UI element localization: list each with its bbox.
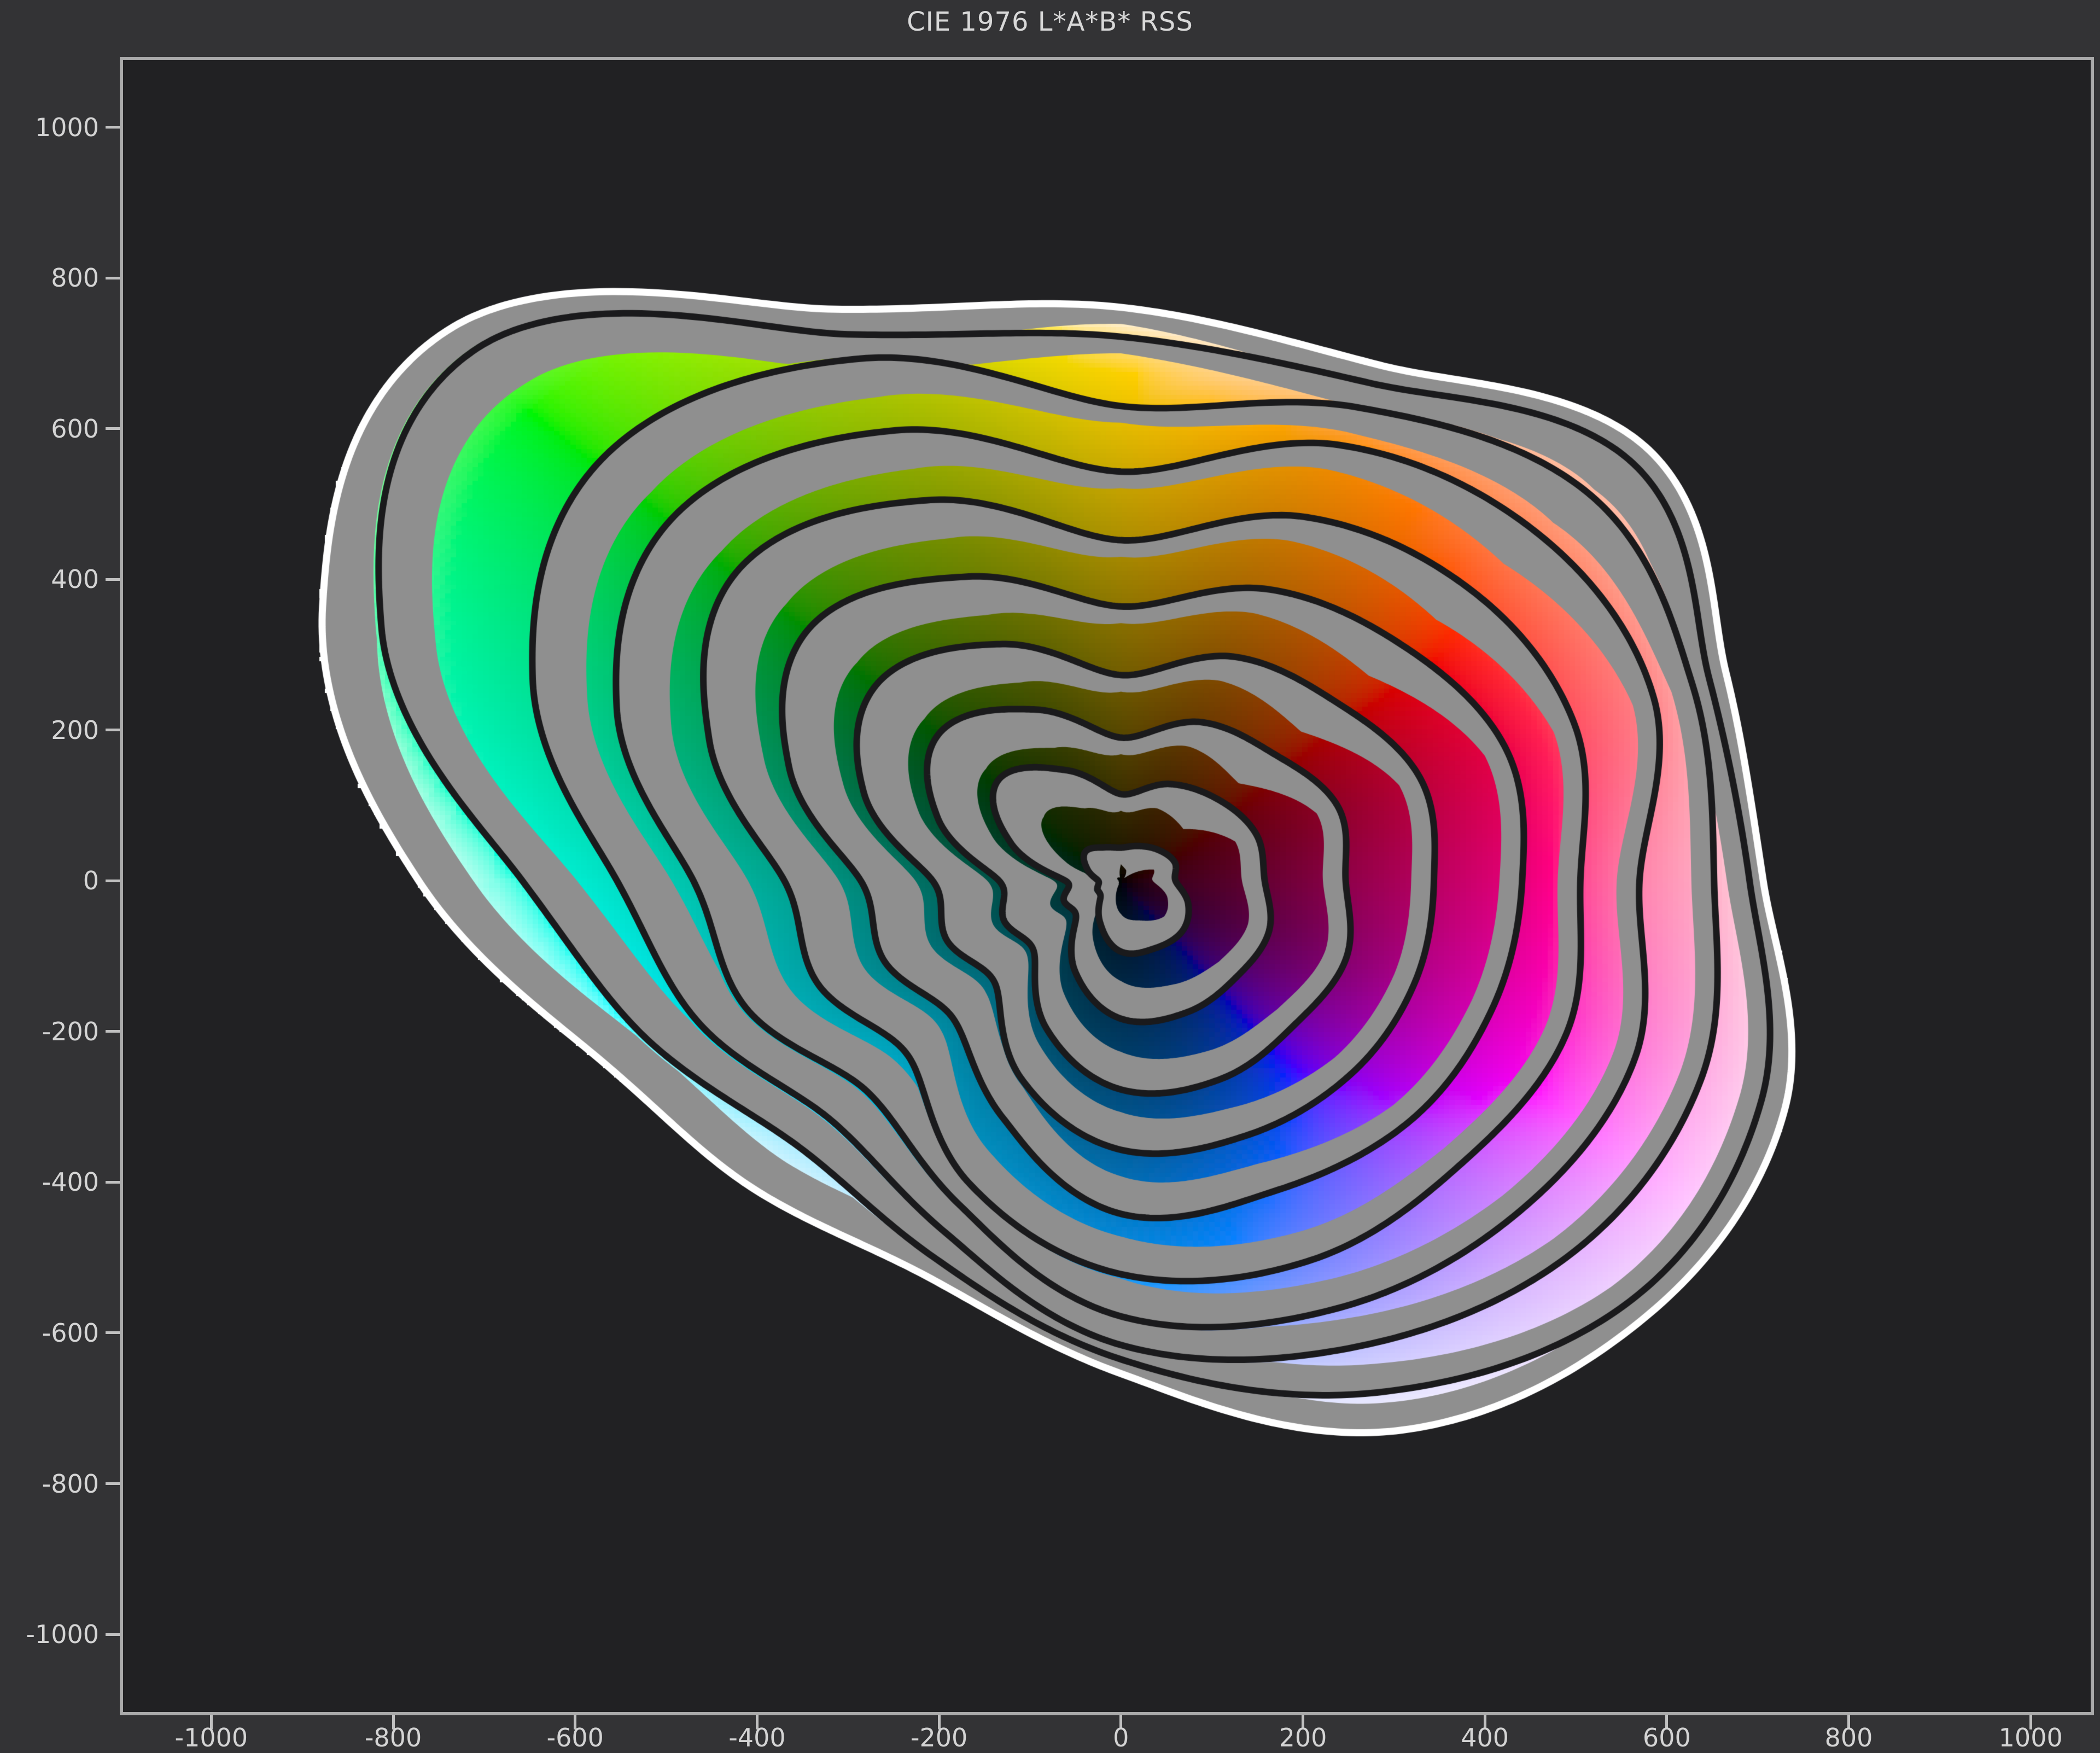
y-tick-mark bbox=[106, 729, 120, 732]
x-tick-label: -600 bbox=[546, 1723, 604, 1752]
y-tick-label: -1000 bbox=[26, 1620, 99, 1650]
y-tick-mark bbox=[106, 578, 120, 581]
y-tick-label: 600 bbox=[51, 414, 99, 444]
y-tick-label: 400 bbox=[51, 564, 99, 595]
y-tick-label: -800 bbox=[42, 1469, 99, 1499]
gamut-rings-canvas bbox=[123, 60, 2091, 1712]
x-tick-label: 1000 bbox=[1998, 1723, 2063, 1752]
figure-window: { "title": "CIE 1976 L*A*B* RSS", "color… bbox=[0, 0, 2100, 1753]
y-tick-label: -400 bbox=[42, 1167, 99, 1197]
y-tick-mark bbox=[106, 879, 120, 882]
y-tick-mark bbox=[106, 1180, 120, 1184]
y-tick-mark bbox=[106, 1482, 120, 1486]
plot-area bbox=[120, 57, 2094, 1715]
x-tick-label: -200 bbox=[910, 1723, 968, 1752]
y-tick-mark bbox=[106, 276, 120, 279]
x-tick-label: -400 bbox=[728, 1723, 786, 1752]
y-tick-mark bbox=[106, 1633, 120, 1636]
x-tick-label: 600 bbox=[1642, 1723, 1691, 1752]
x-tick-label: 400 bbox=[1461, 1723, 1509, 1752]
y-tick-label: 800 bbox=[51, 263, 99, 293]
y-tick-label: 0 bbox=[83, 866, 99, 896]
y-tick-mark bbox=[106, 1331, 120, 1335]
y-tick-mark bbox=[106, 1030, 120, 1033]
x-tick-label: 0 bbox=[1113, 1723, 1129, 1752]
x-tick-label: -800 bbox=[364, 1723, 422, 1752]
chart-title: CIE 1976 L*A*B* RSS bbox=[907, 7, 1193, 37]
x-tick-label: -1000 bbox=[174, 1723, 248, 1752]
y-tick-mark bbox=[106, 126, 120, 129]
y-tick-label: 200 bbox=[51, 715, 99, 745]
y-tick-mark bbox=[106, 427, 120, 430]
x-tick-label: 800 bbox=[1824, 1723, 1873, 1752]
y-tick-label: -600 bbox=[42, 1318, 99, 1348]
y-tick-label: 1000 bbox=[34, 112, 99, 142]
y-tick-label: -200 bbox=[42, 1016, 99, 1046]
x-tick-label: 200 bbox=[1279, 1723, 1327, 1752]
